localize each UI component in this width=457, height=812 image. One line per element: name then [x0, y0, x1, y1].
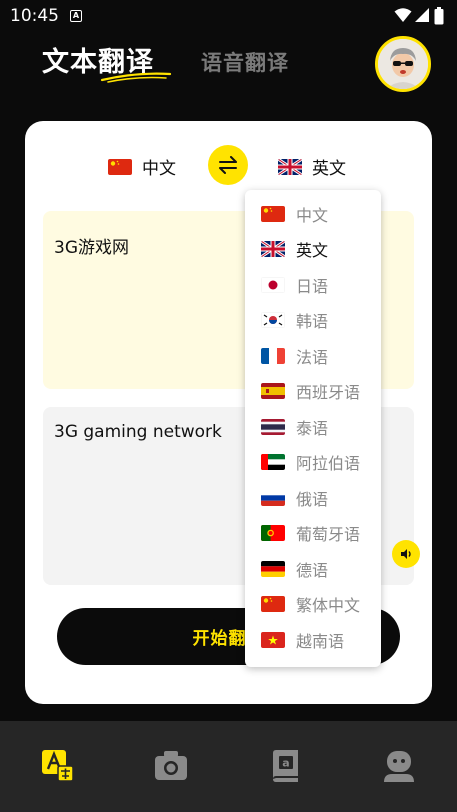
nav-translate[interactable] [40, 748, 76, 784]
source-language-label: 中文 [142, 159, 176, 179]
camera-icon [155, 751, 187, 780]
language-option-label: 德语 [296, 560, 329, 580]
target-language-selector[interactable]: 英文 [278, 154, 346, 179]
swap-languages-button[interactable] [208, 145, 248, 185]
tab-voice-translate[interactable]: 语音翻译 [201, 47, 289, 77]
language-option[interactable]: 西班牙语 [245, 374, 381, 410]
language-option[interactable]: 越南语 [245, 622, 381, 658]
bottom-navigation: a [0, 721, 457, 812]
source-text: 3G游戏网 [54, 238, 129, 258]
flag-cn-icon [108, 158, 132, 175]
battery-icon [434, 7, 444, 25]
flag-ru-icon [261, 489, 285, 506]
language-option-label: 韩语 [296, 312, 329, 332]
nav-camera[interactable] [153, 748, 189, 784]
language-option[interactable]: 德语 [245, 551, 381, 587]
profile-icon [384, 751, 414, 782]
language-option-label: 泰语 [296, 418, 329, 438]
speak-button[interactable] [392, 540, 420, 568]
language-option[interactable]: 俄语 [245, 480, 381, 516]
language-option-label: 葡萄牙语 [296, 525, 361, 545]
language-option-label: 西班牙语 [296, 383, 361, 403]
flag-cn-icon [261, 596, 285, 613]
notification-icon: A [70, 10, 82, 22]
source-language-selector[interactable]: 中文 [108, 154, 176, 179]
flag-es-icon [261, 383, 285, 400]
flag-de-icon [261, 560, 285, 577]
language-option-label: 英文 [296, 241, 329, 261]
language-option-label: 中文 [296, 205, 329, 225]
flag-kr-icon [261, 312, 285, 329]
swap-icon [219, 156, 237, 174]
language-option[interactable]: 葡萄牙语 [245, 516, 381, 552]
flag-gb-icon [278, 158, 302, 175]
book-icon: a [273, 750, 298, 782]
translate-icon [42, 750, 74, 782]
flag-th-icon [261, 418, 285, 435]
language-option-label: 法语 [296, 347, 329, 367]
language-dropdown: 中文英文日语韩语法语西班牙语泰语阿拉伯语俄语葡萄牙语德语繁体中文越南语 [245, 190, 381, 667]
language-option-label: 阿拉伯语 [296, 454, 361, 474]
flag-ae-icon [261, 454, 285, 471]
flag-vn-icon [261, 631, 285, 648]
status-bar: 10:45 A [0, 0, 457, 32]
language-option[interactable]: 中文 [245, 196, 381, 232]
avatar[interactable] [375, 36, 431, 92]
language-option-label: 繁体中文 [296, 596, 361, 616]
language-option-label: 俄语 [296, 489, 329, 509]
tab-active-underline [100, 72, 172, 83]
svg-text:a: a [282, 757, 289, 770]
nav-dictionary[interactable]: a [267, 748, 303, 784]
nav-profile[interactable] [381, 748, 417, 784]
translated-text: 3G gaming network [54, 422, 222, 442]
flag-pt-icon [261, 525, 285, 542]
wifi-icon [394, 8, 412, 22]
language-option[interactable]: 阿拉伯语 [245, 445, 381, 481]
language-option[interactable]: 英文 [245, 232, 381, 268]
language-option[interactable]: 法语 [245, 338, 381, 374]
language-option-label: 日语 [296, 276, 329, 296]
flag-cn-icon [261, 205, 285, 222]
language-option[interactable]: 日语 [245, 267, 381, 303]
flag-jp-icon [261, 276, 285, 293]
avatar-image [378, 39, 428, 89]
flag-gb-icon [261, 241, 285, 258]
flag-fr-icon [261, 347, 285, 364]
language-option[interactable]: 韩语 [245, 303, 381, 339]
speaker-icon [401, 549, 411, 559]
language-option[interactable]: 繁体中文 [245, 587, 381, 623]
target-language-label: 英文 [312, 159, 346, 179]
language-option[interactable]: 泰语 [245, 409, 381, 445]
signal-icon [415, 8, 429, 22]
app-screen: 10:45 A 文本翻译 语音翻译 中文 英文 3G游戏网 3G gaming … [0, 0, 457, 812]
language-option-label: 越南语 [296, 631, 345, 651]
status-time: 10:45 [10, 6, 59, 26]
